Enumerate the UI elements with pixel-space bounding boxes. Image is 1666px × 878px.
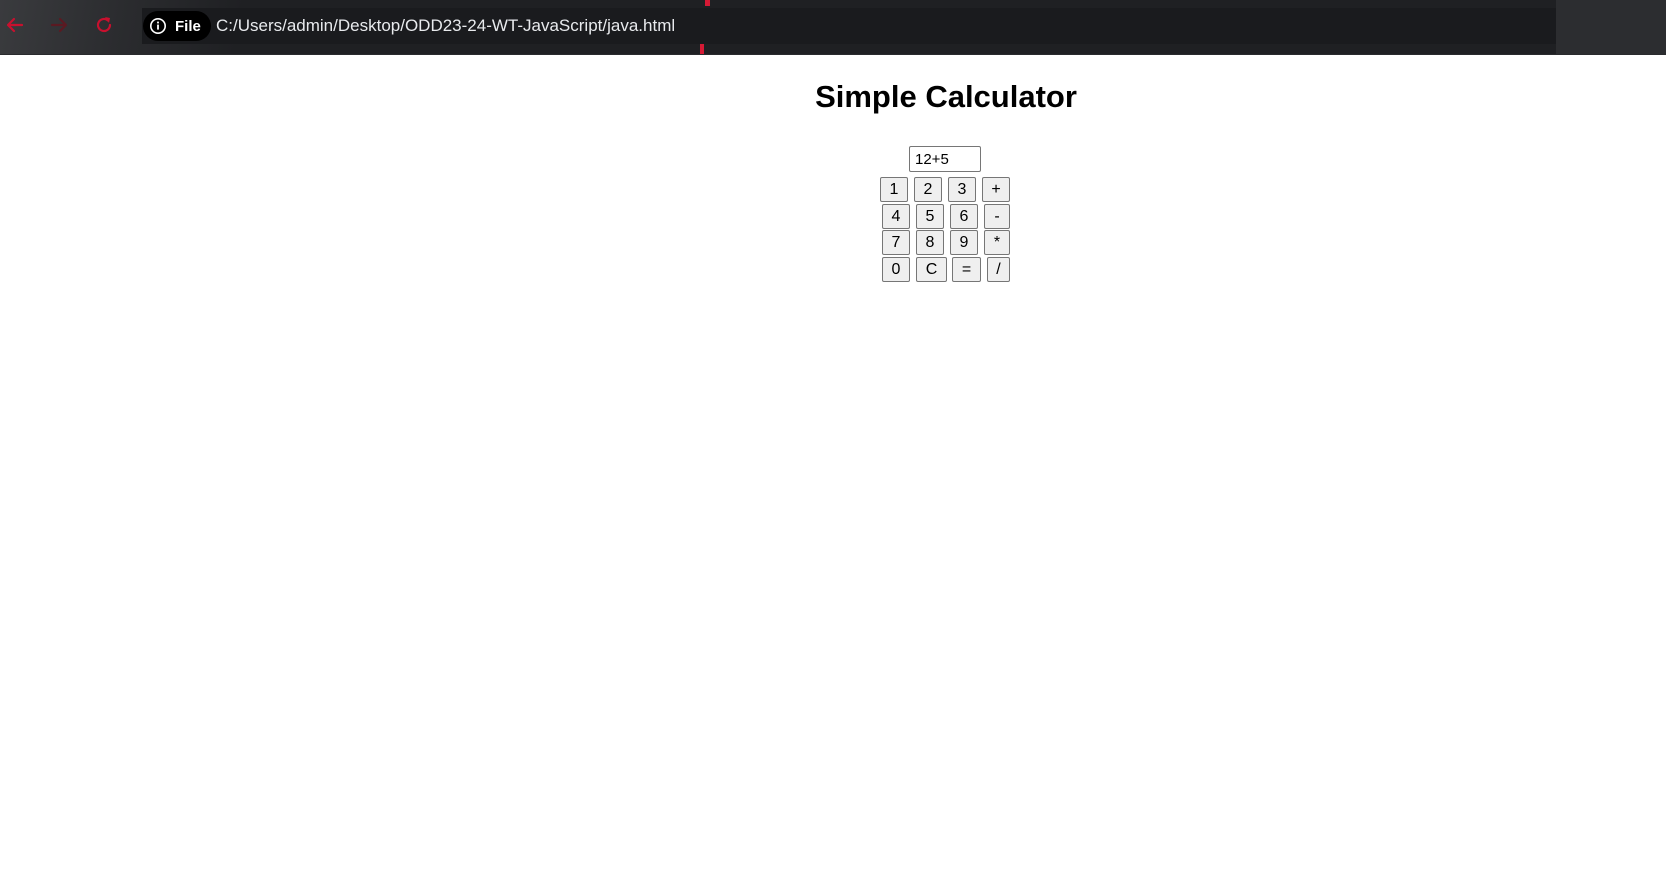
key-5-button[interactable]: 5 (916, 204, 944, 229)
key-divide-button[interactable]: / (987, 257, 1010, 282)
forward-button[interactable] (44, 10, 74, 40)
info-icon (150, 18, 166, 34)
page-title: Simple Calculator (815, 79, 1077, 114)
key-6-button[interactable]: 6 (950, 204, 978, 229)
key-1-button[interactable]: 1 (880, 177, 908, 202)
key-8-button[interactable]: 8 (916, 230, 944, 255)
key-9-button[interactable]: 9 (950, 230, 978, 255)
back-button[interactable] (0, 10, 30, 40)
key-equals-button[interactable]: = (952, 257, 981, 282)
site-info-chip[interactable]: File (143, 11, 211, 41)
key-minus-button[interactable]: - (984, 204, 1010, 229)
key-7-button[interactable]: 7 (882, 230, 910, 255)
theme-red-streak (705, 0, 710, 6)
browser-toolbar: File C:/Users/admin/Desktop/ODD23-24-WT-… (0, 0, 1666, 55)
key-2-button[interactable]: 2 (914, 177, 942, 202)
key-3-button[interactable]: 3 (948, 177, 976, 202)
key-4-button[interactable]: 4 (882, 204, 910, 229)
site-info-label: File (175, 17, 201, 35)
key-multiply-button[interactable]: * (984, 230, 1010, 255)
theme-red-streak (700, 44, 704, 54)
page-content: Simple Calculator 1 2 3 + 4 5 6 - 7 8 9 … (0, 55, 1666, 878)
key-plus-button[interactable]: + (982, 177, 1010, 202)
toolbar-right-area (1556, 0, 1666, 54)
arrow-left-icon (6, 17, 24, 33)
reload-icon (96, 17, 112, 33)
arrow-right-icon (50, 17, 68, 33)
key-0-button[interactable]: 0 (882, 257, 910, 282)
url-text[interactable]: C:/Users/admin/Desktop/ODD23-24-WT-JavaS… (216, 16, 675, 36)
key-clear-button[interactable]: C (916, 257, 947, 282)
calculator-display[interactable] (909, 146, 981, 172)
reload-button[interactable] (89, 10, 119, 40)
